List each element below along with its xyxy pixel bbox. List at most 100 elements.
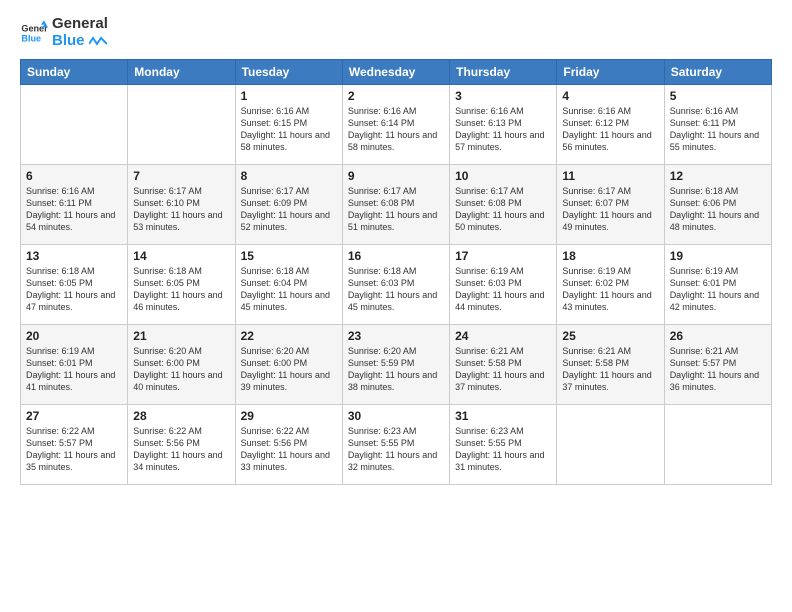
calendar-cell: 19Sunrise: 6:19 AM Sunset: 6:01 PM Dayli… xyxy=(664,245,771,325)
day-number: 12 xyxy=(670,169,766,183)
day-number: 5 xyxy=(670,89,766,103)
day-number: 14 xyxy=(133,249,229,263)
cell-info: Sunrise: 6:23 AM Sunset: 5:55 PM Dayligh… xyxy=(348,425,444,474)
weekday-header-cell: Friday xyxy=(557,60,664,85)
weekday-header-cell: Monday xyxy=(128,60,235,85)
calendar-week-row: 1Sunrise: 6:16 AM Sunset: 6:15 PM Daylig… xyxy=(21,85,772,165)
weekday-header-row: SundayMondayTuesdayWednesdayThursdayFrid… xyxy=(21,60,772,85)
day-number: 13 xyxy=(26,249,122,263)
calendar-table: SundayMondayTuesdayWednesdayThursdayFrid… xyxy=(20,59,772,485)
day-number: 9 xyxy=(348,169,444,183)
weekday-header-cell: Sunday xyxy=(21,60,128,85)
cell-info: Sunrise: 6:20 AM Sunset: 5:59 PM Dayligh… xyxy=(348,345,444,394)
calendar-cell: 28 Sunrise: 6:22 AM Sunset: 5:56 PM Dayli… xyxy=(128,405,235,485)
calendar-cell: 8 Sunrise: 6:17 AM Sunset: 6:09 PM Daylig… xyxy=(235,165,342,245)
calendar-cell: 18 Sunrise: 6:19 AM Sunset: 6:02 PM Dayli… xyxy=(557,245,664,325)
logo: General Blue General Blue xyxy=(20,16,108,49)
day-number: 27 xyxy=(26,409,122,423)
weekday-header-cell: Wednesday xyxy=(342,60,449,85)
day-number: 6 xyxy=(26,169,122,183)
calendar-week-row: 20 Sunrise: 6:19 AM Sunset: 6:01 PM Dayli… xyxy=(21,325,772,405)
calendar-week-row: 13 Sunrise: 6:18 AM Sunset: 6:05 PM Dayli… xyxy=(21,245,772,325)
day-number: 3 xyxy=(455,89,551,103)
day-number: 20 xyxy=(26,329,122,343)
calendar-cell: 14 Sunrise: 6:18 AM Sunset: 6:05 PM Dayli… xyxy=(128,245,235,325)
calendar-cell: 9 Sunrise: 6:17 AM Sunset: 6:08 PM Daylig… xyxy=(342,165,449,245)
day-number: 16 xyxy=(348,249,444,263)
cell-info: Sunrise: 6:20 AM Sunset: 6:00 PM Dayligh… xyxy=(241,345,337,394)
day-number: 24 xyxy=(455,329,551,343)
day-number: 18 xyxy=(562,249,658,263)
calendar-cell: 13 Sunrise: 6:18 AM Sunset: 6:05 PM Dayli… xyxy=(21,245,128,325)
calendar-week-row: 6 Sunrise: 6:16 AM Sunset: 6:11 PM Daylig… xyxy=(21,165,772,245)
day-number: 28 xyxy=(133,409,229,423)
day-number: 26 xyxy=(670,329,766,343)
calendar-cell: 25Sunrise: 6:21 AM Sunset: 5:58 PM Dayli… xyxy=(557,325,664,405)
calendar-cell xyxy=(664,405,771,485)
cell-info: Sunrise: 6:18 AM Sunset: 6:05 PM Dayligh… xyxy=(26,265,122,314)
weekday-header-cell: Tuesday xyxy=(235,60,342,85)
calendar-cell: 16 Sunrise: 6:18 AM Sunset: 6:03 PM Dayli… xyxy=(342,245,449,325)
calendar-cell: 26 Sunrise: 6:21 AM Sunset: 5:57 PM Dayli… xyxy=(664,325,771,405)
cell-info: Sunrise: 6:16 AM Sunset: 6:14 PM Dayligh… xyxy=(348,105,444,154)
day-number: 23 xyxy=(348,329,444,343)
day-number: 7 xyxy=(133,169,229,183)
calendar-cell: 7Sunrise: 6:17 AM Sunset: 6:10 PM Daylig… xyxy=(128,165,235,245)
day-number: 11 xyxy=(562,169,658,183)
logo-blue: Blue xyxy=(52,33,108,50)
calendar-cell: 10Sunrise: 6:17 AM Sunset: 6:08 PM Dayli… xyxy=(450,165,557,245)
cell-info: Sunrise: 6:18 AM Sunset: 6:05 PM Dayligh… xyxy=(133,265,229,314)
day-number: 21 xyxy=(133,329,229,343)
page: General Blue General Blue SundayMondayTu… xyxy=(0,0,792,612)
cell-info: Sunrise: 6:19 AM Sunset: 6:02 PM Dayligh… xyxy=(562,265,658,314)
day-number: 29 xyxy=(241,409,337,423)
calendar-cell: 20 Sunrise: 6:19 AM Sunset: 6:01 PM Dayli… xyxy=(21,325,128,405)
calendar-week-row: 27 Sunrise: 6:22 AM Sunset: 5:57 PM Dayli… xyxy=(21,405,772,485)
logo-general: General xyxy=(52,16,108,33)
cell-info: Sunrise: 6:17 AM Sunset: 6:08 PM Dayligh… xyxy=(348,185,444,234)
day-number: 4 xyxy=(562,89,658,103)
cell-info: Sunrise: 6:21 AM Sunset: 5:58 PM Dayligh… xyxy=(455,345,551,394)
cell-info: Sunrise: 6:16 AM Sunset: 6:13 PM Dayligh… xyxy=(455,105,551,154)
day-number: 2 xyxy=(348,89,444,103)
calendar-cell: 2 Sunrise: 6:16 AM Sunset: 6:14 PM Daylig… xyxy=(342,85,449,165)
cell-info: Sunrise: 6:21 AM Sunset: 5:58 PM Dayligh… xyxy=(562,345,658,394)
cell-info: Sunrise: 6:21 AM Sunset: 5:57 PM Dayligh… xyxy=(670,345,766,394)
calendar-cell: 24 Sunrise: 6:21 AM Sunset: 5:58 PM Dayli… xyxy=(450,325,557,405)
cell-info: Sunrise: 6:19 AM Sunset: 6:03 PM Dayligh… xyxy=(455,265,551,314)
calendar-cell: 4Sunrise: 6:16 AM Sunset: 6:12 PM Daylig… xyxy=(557,85,664,165)
cell-info: Sunrise: 6:22 AM Sunset: 5:57 PM Dayligh… xyxy=(26,425,122,474)
cell-info: Sunrise: 6:22 AM Sunset: 5:56 PM Dayligh… xyxy=(133,425,229,474)
calendar-cell xyxy=(128,85,235,165)
cell-info: Sunrise: 6:18 AM Sunset: 6:04 PM Dayligh… xyxy=(241,265,337,314)
day-number: 17 xyxy=(455,249,551,263)
logo-wave-icon xyxy=(89,36,107,46)
cell-info: Sunrise: 6:17 AM Sunset: 6:09 PM Dayligh… xyxy=(241,185,337,234)
cell-info: Sunrise: 6:18 AM Sunset: 6:03 PM Dayligh… xyxy=(348,265,444,314)
calendar-cell: 29 Sunrise: 6:22 AM Sunset: 5:56 PM Dayli… xyxy=(235,405,342,485)
cell-info: Sunrise: 6:19 AM Sunset: 6:01 PM Dayligh… xyxy=(670,265,766,314)
calendar-cell: 12 Sunrise: 6:18 AM Sunset: 6:06 PM Dayli… xyxy=(664,165,771,245)
logo-icon: General Blue xyxy=(20,19,48,47)
calendar-cell xyxy=(21,85,128,165)
calendar-cell: 22Sunrise: 6:20 AM Sunset: 6:00 PM Dayli… xyxy=(235,325,342,405)
calendar-cell: 15Sunrise: 6:18 AM Sunset: 6:04 PM Dayli… xyxy=(235,245,342,325)
cell-info: Sunrise: 6:22 AM Sunset: 5:56 PM Dayligh… xyxy=(241,425,337,474)
calendar-cell: 23 Sunrise: 6:20 AM Sunset: 5:59 PM Dayli… xyxy=(342,325,449,405)
svg-text:Blue: Blue xyxy=(21,33,41,43)
day-number: 8 xyxy=(241,169,337,183)
calendar-cell: 30Sunrise: 6:23 AM Sunset: 5:55 PM Dayli… xyxy=(342,405,449,485)
cell-info: Sunrise: 6:16 AM Sunset: 6:11 PM Dayligh… xyxy=(670,105,766,154)
calendar-cell: 31Sunrise: 6:23 AM Sunset: 5:55 PM Dayli… xyxy=(450,405,557,485)
day-number: 10 xyxy=(455,169,551,183)
calendar-cell: 3 Sunrise: 6:16 AM Sunset: 6:13 PM Daylig… xyxy=(450,85,557,165)
weekday-header-cell: Thursday xyxy=(450,60,557,85)
cell-info: Sunrise: 6:19 AM Sunset: 6:01 PM Dayligh… xyxy=(26,345,122,394)
calendar-cell: 21 Sunrise: 6:20 AM Sunset: 6:00 PM Dayli… xyxy=(128,325,235,405)
cell-info: Sunrise: 6:16 AM Sunset: 6:11 PM Dayligh… xyxy=(26,185,122,234)
cell-info: Sunrise: 6:18 AM Sunset: 6:06 PM Dayligh… xyxy=(670,185,766,234)
calendar-cell xyxy=(557,405,664,485)
cell-info: Sunrise: 6:20 AM Sunset: 6:00 PM Dayligh… xyxy=(133,345,229,394)
calendar-cell: 11Sunrise: 6:17 AM Sunset: 6:07 PM Dayli… xyxy=(557,165,664,245)
day-number: 31 xyxy=(455,409,551,423)
